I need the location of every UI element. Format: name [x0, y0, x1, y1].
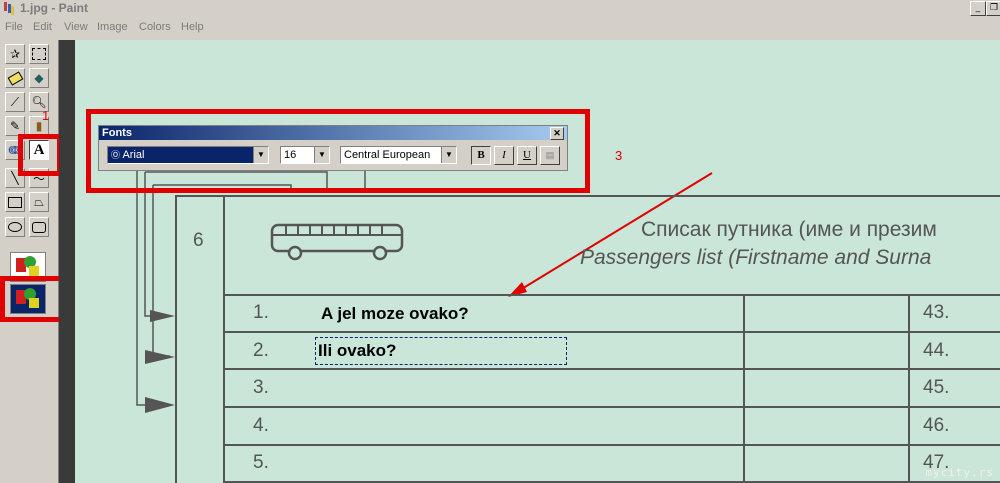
- pencil-icon: ✎: [9, 119, 21, 133]
- row-line-1: [223, 294, 1000, 296]
- toolbox: ✰ ◆ ⟋ 🔍︎ ✎ ▮ ↈ A ╲ 〜 ⏢: [0, 40, 59, 483]
- font-name-value: Arial: [122, 149, 145, 161]
- passenger-list-header-en: Passengers list (Firstname and Surna: [580, 246, 932, 269]
- font-size-select[interactable]: 16 ▼: [280, 146, 330, 164]
- annotation-label-3: 3: [615, 148, 623, 163]
- menu-colors[interactable]: Colors: [139, 21, 171, 33]
- ellipse-icon: [8, 222, 22, 232]
- fonts-toolbar-titlebar[interactable]: Fonts ✕: [99, 126, 567, 140]
- typed-text-row-2: Ili ovako?: [318, 341, 397, 360]
- color-picker-tool[interactable]: ⟋: [5, 92, 25, 112]
- close-icon: ✕: [553, 128, 561, 138]
- fill-tool[interactable]: ◆: [29, 68, 49, 88]
- row-number-5: 5.: [253, 452, 269, 473]
- menu-edit[interactable]: Edit: [33, 21, 52, 33]
- row-number-3: 3.: [253, 377, 269, 398]
- paint-bucket-icon: ◆: [34, 71, 44, 85]
- minimize-icon: _: [975, 3, 981, 13]
- menu-image[interactable]: Image: [97, 21, 128, 33]
- eyedropper-icon: ⟋: [10, 94, 20, 109]
- ellipse-tool[interactable]: [5, 217, 25, 237]
- row-line-2: [223, 331, 1000, 333]
- passenger-list-header-ru: Списак путника (име и презим: [641, 218, 937, 241]
- row-number-2: 2.: [253, 340, 269, 361]
- restore-button[interactable]: ❐: [986, 1, 1000, 16]
- italic-button[interactable]: I: [494, 146, 514, 165]
- eraser-icon: [7, 70, 23, 86]
- chevron-down-icon[interactable]: ▼: [253, 147, 268, 163]
- right-row-number-45: 45.: [923, 377, 950, 398]
- table-col-divider-3: [908, 294, 910, 483]
- annotation-box-1: [18, 134, 62, 176]
- row-line-3: [223, 368, 1000, 370]
- chevron-down-icon[interactable]: ▼: [441, 147, 456, 163]
- image-canvas[interactable]: 6 Списак путника (име и презим Passenger…: [75, 40, 1000, 483]
- vertical-text-icon: ▤: [545, 150, 555, 160]
- typed-text-row-1: A jel moze ovako?: [321, 304, 469, 323]
- vertical-text-button[interactable]: ▤: [540, 146, 560, 165]
- polygon-tool[interactable]: ⏢: [29, 192, 49, 212]
- bold-button[interactable]: B: [471, 146, 491, 165]
- title-bar: 1.jpg - Paint _ ❐: [0, 0, 1000, 18]
- right-row-number-46: 46.: [923, 415, 950, 436]
- row-number-1: 1.: [253, 302, 269, 323]
- section-number: 6: [193, 230, 204, 251]
- shapes-opaque-icon-3: [29, 266, 39, 276]
- star-select-icon: ✰: [9, 47, 21, 61]
- window-title: 1.jpg - Paint: [20, 1, 89, 15]
- polygon-icon: ⏢: [34, 194, 44, 209]
- restore-icon: ❐: [989, 3, 999, 13]
- bus-icon: [270, 223, 404, 261]
- font-size-value: 16: [284, 149, 297, 161]
- fonts-toolbar: Fonts ✕ Ⓞ Arial ▼ 16 ▼ Central European …: [98, 125, 568, 171]
- fonts-toolbar-title: Fonts: [102, 127, 132, 139]
- font-name-select[interactable]: Ⓞ Arial ▼: [107, 146, 269, 164]
- font-script-select[interactable]: Central European ▼: [340, 146, 457, 164]
- menu-file[interactable]: File: [5, 21, 23, 33]
- rounded-rectangle-icon: [32, 221, 46, 233]
- font-script-value: Central European: [344, 149, 431, 161]
- magnifier-icon: 🔍︎: [31, 95, 47, 109]
- rectangle-icon: [8, 196, 22, 208]
- watermark: mycity.rs: [925, 466, 994, 479]
- menu-bar: File Edit View Image Colors Help: [0, 18, 1000, 38]
- row-line-5: [223, 444, 1000, 446]
- table-left-border: [175, 195, 177, 483]
- row-number-4: 4.: [253, 415, 269, 436]
- pencil-tool[interactable]: ✎: [5, 116, 25, 136]
- annotation-label-1: 1: [42, 108, 50, 123]
- fonts-close-button[interactable]: ✕: [550, 127, 564, 140]
- table-col-divider-2: [743, 294, 745, 483]
- menu-help[interactable]: Help: [181, 21, 204, 33]
- menu-view[interactable]: View: [64, 21, 88, 33]
- paint-app-icon: [4, 2, 14, 15]
- right-row-number-44: 44.: [923, 340, 950, 361]
- text-edit-box[interactable]: Ili ovako?: [315, 337, 567, 365]
- free-select-tool[interactable]: ✰: [5, 44, 25, 64]
- opentype-font-icon: Ⓞ: [111, 150, 121, 160]
- right-row-number-43: 43.: [923, 302, 950, 323]
- eraser-tool[interactable]: [5, 68, 25, 88]
- minimize-button[interactable]: _: [970, 1, 986, 16]
- row-line-4: [223, 406, 1000, 408]
- canvas-dark-edge: [59, 40, 75, 483]
- rectangle-tool[interactable]: [5, 192, 25, 212]
- rounded-rectangle-tool[interactable]: [29, 217, 49, 237]
- table-top-border: [175, 195, 1000, 197]
- rect-select-icon: [32, 48, 46, 60]
- underline-button[interactable]: U: [517, 146, 537, 165]
- rect-select-tool[interactable]: [29, 44, 49, 64]
- annotation-box-2: [0, 276, 65, 322]
- chevron-down-icon[interactable]: ▼: [314, 147, 329, 163]
- table-col-divider: [223, 195, 225, 483]
